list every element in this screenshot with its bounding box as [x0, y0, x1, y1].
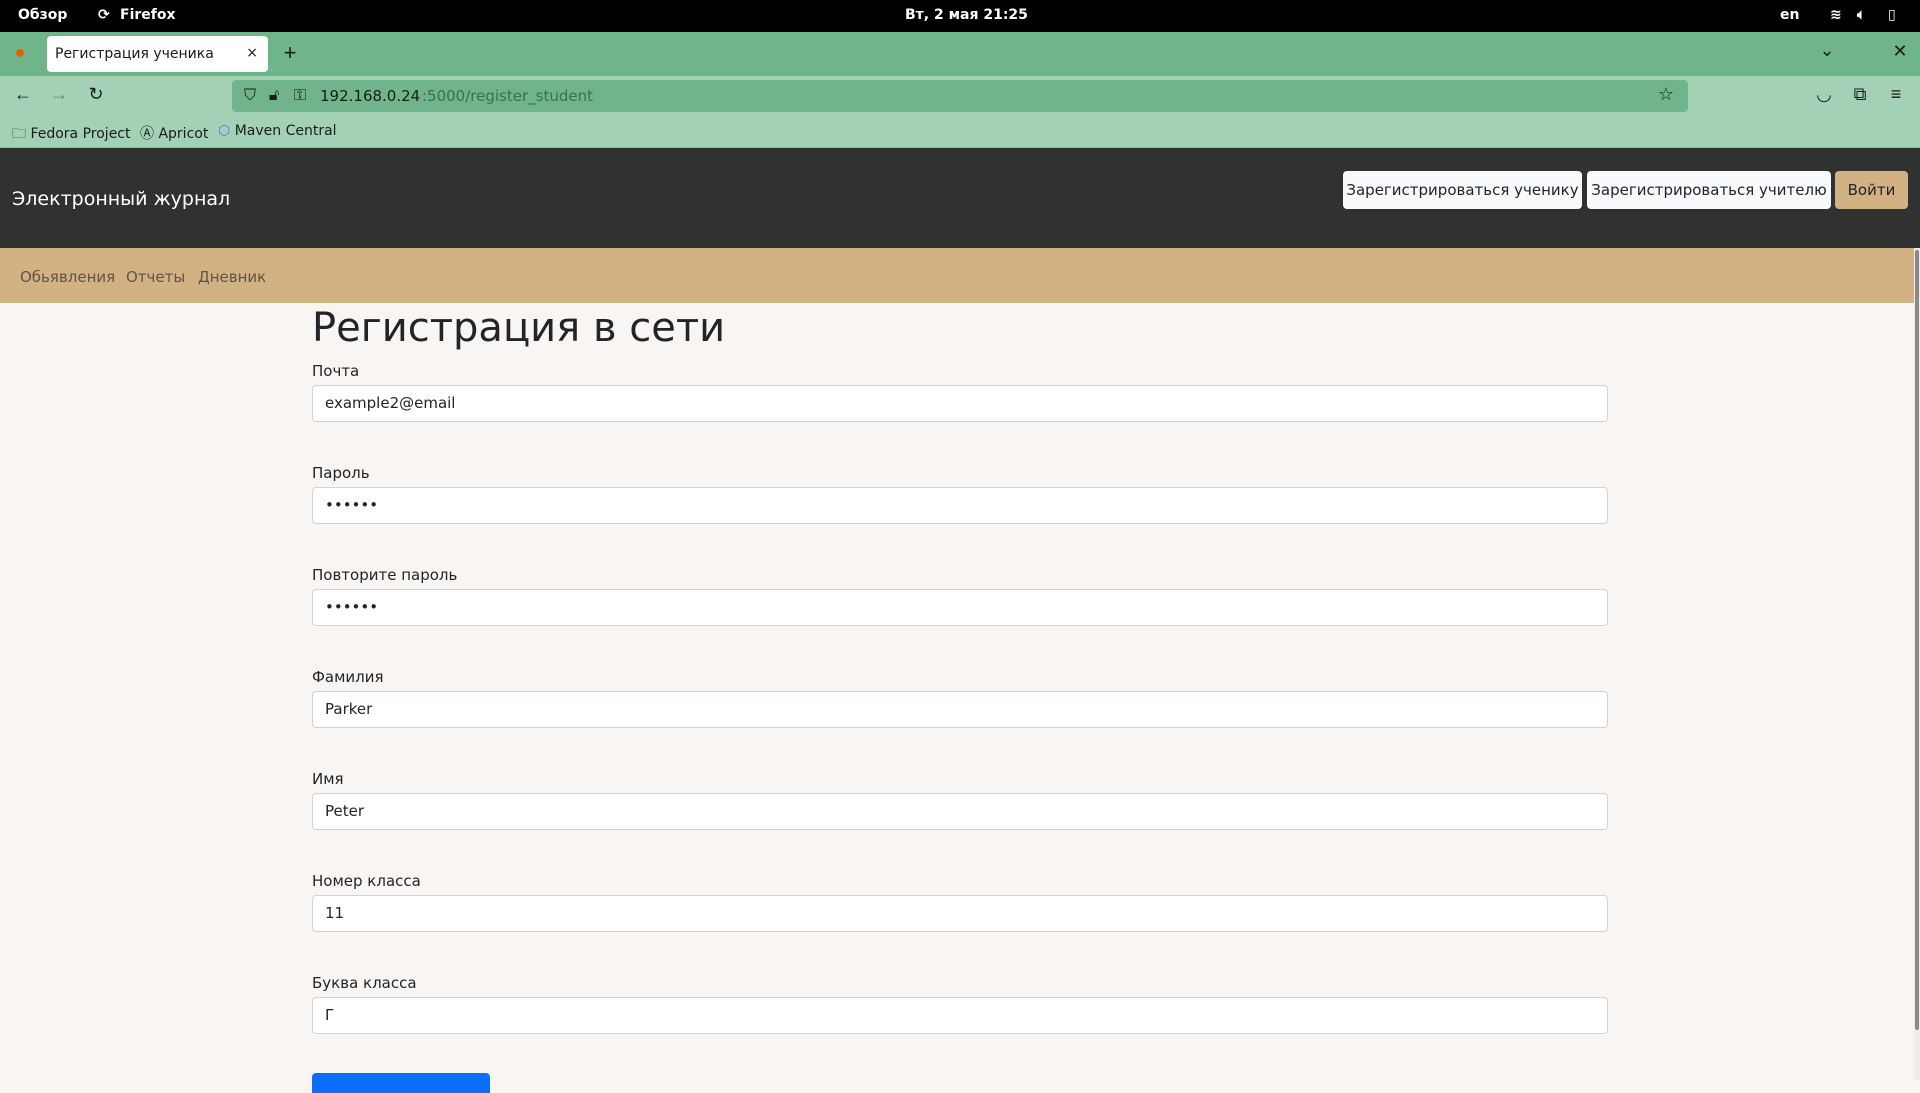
firefox-icon: ⟳ — [98, 7, 110, 23]
bookmark-fedora-project[interactable]: 🗀︎ Fedora Project — [12, 123, 131, 147]
url-host: 192.168.0.24 — [320, 87, 421, 105]
forward-icon[interactable]: → — [47, 84, 71, 105]
pocket-icon[interactable]: ◡ — [1812, 84, 1836, 105]
volume-icon[interactable]: 🔈︎ — [1857, 7, 1865, 23]
surname-field[interactable]: Parker — [312, 691, 1608, 728]
overview-button[interactable]: Обзор — [18, 7, 67, 23]
active-app-label[interactable]: Firefox — [120, 7, 176, 23]
scrollbar-thumb[interactable] — [1915, 250, 1919, 1030]
url-path: :5000/register_student — [422, 87, 593, 105]
class-number-label: Номер класса — [312, 872, 421, 890]
email-field[interactable]: example2@email — [312, 385, 1608, 422]
repeat-password-label: Повторите пароль — [312, 566, 458, 584]
language-indicator[interactable]: en — [1780, 7, 1799, 23]
nav-diary[interactable]: Дневник — [198, 268, 266, 286]
extensions-icon[interactable]: ⧉ — [1848, 84, 1872, 105]
battery-icon[interactable]: ▯ — [1888, 7, 1896, 23]
reload-icon[interactable]: ↻ — [84, 84, 108, 105]
class-letter-label: Буква класса — [312, 974, 417, 992]
key-icon[interactable]: ⚿ — [288, 85, 312, 105]
page-title: Регистрация в сети — [312, 305, 726, 351]
url-bar[interactable]: ⛉ 🔓︎ ⚿ 192.168.0.24:5000/register_studen… — [232, 80, 1688, 112]
site-nav — [0, 248, 1914, 303]
menu-icon[interactable]: ≡ — [1884, 84, 1908, 105]
password-label: Пароль — [312, 464, 370, 482]
password-field[interactable]: •••••• — [312, 487, 1608, 524]
insecure-lock-icon[interactable]: 🔓︎ — [262, 85, 286, 105]
close-window-icon[interactable]: ✕ — [1888, 41, 1912, 62]
system-top-bar: Обзор ⟳ Firefox Вт, 2 мая 21:25 en ≋ 🔈︎ … — [0, 0, 1920, 32]
firefox-menu-icon[interactable]: ● — [8, 42, 32, 63]
login-button[interactable]: Войти — [1835, 171, 1908, 209]
bookmark-apricot[interactable]: Ⓐ Apricot — [140, 123, 208, 143]
surname-label: Фамилия — [312, 668, 384, 686]
tab-bar: ● + ⌄ ✕ — [0, 32, 1920, 76]
clock[interactable]: Вт, 2 мая 21:25 — [905, 7, 1028, 23]
email-label: Почта — [312, 362, 360, 380]
tab-register-student[interactable]: Регистрация ученика × — [47, 36, 268, 72]
folder-icon: 🗀︎ — [12, 126, 31, 142]
class-number-field[interactable]: 11 — [312, 895, 1608, 932]
list-tabs-icon[interactable]: ⌄ — [1815, 40, 1839, 61]
shield-icon[interactable]: ⛉ — [238, 85, 262, 105]
site-brand[interactable]: Электронный журнал — [12, 188, 230, 210]
register-teacher-button[interactable]: Зарегистрироваться учителю — [1587, 171, 1831, 209]
wifi-icon[interactable]: ≋ — [1830, 7, 1842, 23]
nav-reports[interactable]: Отчеты — [126, 268, 185, 286]
bookmarks-toolbar: 🗀︎ Fedora Project Ⓐ Apricot ⬡ Maven Cent… — [0, 116, 1920, 148]
back-icon[interactable]: ← — [11, 84, 35, 105]
bookmark-star-icon[interactable]: ☆ — [1654, 84, 1678, 105]
apricot-icon: Ⓐ — [140, 126, 159, 142]
bookmark-maven-central[interactable]: ⬡ Maven Central — [218, 123, 337, 139]
new-tab-icon[interactable]: + — [278, 40, 302, 66]
name-field[interactable]: Peter — [312, 793, 1608, 830]
nav-announcements[interactable]: Обьявления — [20, 268, 115, 286]
class-letter-field[interactable]: Г — [312, 997, 1608, 1034]
tab-title: Регистрация ученика — [55, 46, 214, 62]
register-student-button[interactable]: Зарегистрироваться ученику — [1343, 171, 1582, 209]
name-label: Имя — [312, 770, 344, 788]
close-tab-icon[interactable]: × — [246, 45, 258, 61]
submit-button[interactable] — [312, 1073, 490, 1093]
maven-icon: ⬡ — [218, 123, 235, 139]
repeat-password-field[interactable]: •••••• — [312, 589, 1608, 626]
